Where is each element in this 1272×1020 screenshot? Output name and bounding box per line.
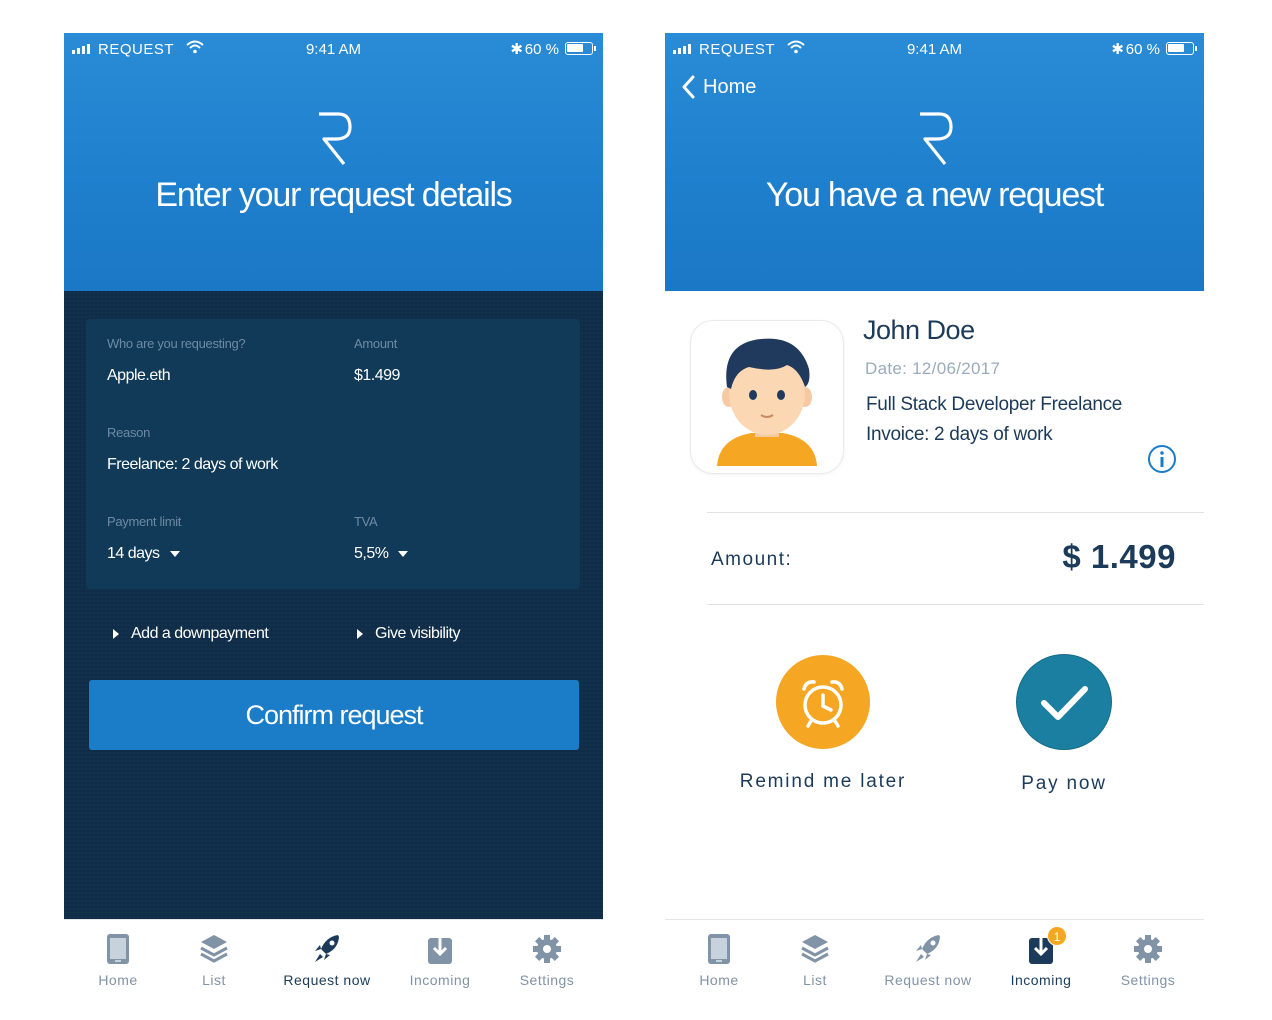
triangle-right-icon — [357, 629, 363, 639]
requester-name: John Doe — [863, 315, 975, 345]
form-area: Who are you requesting? Apple.eth Amount… — [64, 291, 603, 919]
layers-icon — [200, 935, 228, 963]
request-description: Full Stack Developer Freelance — [866, 394, 1123, 415]
user-avatar-icon — [717, 338, 817, 466]
divider — [707, 604, 1204, 605]
payment-limit-select[interactable]: 14 days — [107, 545, 180, 563]
checkmark-icon — [1041, 686, 1088, 720]
tab-home[interactable]: Home — [665, 920, 773, 1010]
confirm-request-button[interactable]: Confirm request — [89, 680, 579, 750]
gear-icon — [1134, 935, 1162, 963]
give-visibility-label: Give visibility — [375, 625, 460, 642]
amount-value: $ 1.499 — [1062, 538, 1176, 575]
header: REQUEST 9:41 AM ✱ 60 % Home You have a n… — [665, 33, 1204, 291]
tab-settings[interactable]: Settings — [493, 920, 601, 1010]
download-icon — [428, 934, 452, 964]
amount-input[interactable]: $1.499 — [354, 367, 400, 385]
tab-home-label: Home — [699, 972, 739, 988]
tab-request-now-label: Request now — [283, 972, 371, 988]
request-logo-icon — [318, 112, 352, 165]
status-bar: REQUEST 9:41 AM ✱ 60 % — [64, 33, 603, 65]
page-title: You have a new request — [765, 176, 1104, 214]
alarm-clock-icon — [802, 680, 844, 728]
pay-now-label: Pay now — [1021, 773, 1107, 794]
remind-me-later-label: Remind me later — [739, 771, 907, 792]
tab-bar: Home List Request now Incoming Settings — [64, 919, 603, 1019]
battery-percent: 60 % — [524, 41, 559, 58]
tab-list[interactable]: List — [160, 920, 268, 1010]
page-title: Enter your request details — [155, 176, 512, 214]
tab-bar: Home List Request now 1 Incoming Setting… — [665, 919, 1204, 1019]
request-form-card: Who are you requesting? Apple.eth Amount… — [86, 319, 580, 589]
payment-limit-label: Payment limit — [107, 514, 182, 529]
tva-label: TVA — [354, 514, 378, 529]
incoming-request-screen: REQUEST 9:41 AM ✱ 60 % Home You have a n… — [665, 33, 1204, 1019]
request-date: Date: 12/06/2017 — [865, 359, 1001, 378]
back-label: Home — [703, 75, 757, 98]
layers-icon — [801, 935, 829, 963]
bluetooth-icon: ✱ — [1111, 41, 1124, 58]
tab-incoming[interactable]: 1 Incoming — [987, 920, 1095, 1010]
tab-request-now[interactable]: Request now — [874, 920, 982, 1010]
pay-circle — [1017, 655, 1111, 749]
tab-incoming-label: Incoming — [1010, 972, 1072, 988]
payment-limit-value: 14 days — [107, 545, 160, 562]
rocket-icon — [916, 935, 940, 962]
gear-icon — [533, 935, 561, 963]
battery-percent: 60 % — [1125, 41, 1160, 58]
request-logo-icon — [919, 112, 953, 165]
tab-request-now-label: Request now — [884, 972, 972, 988]
tab-home[interactable]: Home — [64, 920, 172, 1010]
caret-down-icon — [169, 551, 180, 557]
tab-settings[interactable]: Settings — [1094, 920, 1202, 1010]
status-bar: REQUEST 9:41 AM ✱ 60 % — [665, 33, 1204, 65]
rocket-icon — [315, 935, 339, 962]
who-label: Who are you requesting? — [107, 336, 246, 351]
avatar — [691, 321, 843, 473]
battery-icon — [565, 42, 596, 55]
tab-incoming[interactable]: Incoming — [386, 920, 494, 1010]
reason-input[interactable]: Freelance: 2 days of work — [107, 456, 278, 474]
info-icon[interactable] — [1147, 444, 1177, 474]
tva-value: 5,5% — [354, 545, 389, 562]
remind-me-later-button[interactable]: Remind me later — [723, 655, 923, 793]
tva-select[interactable]: 5,5% — [354, 545, 409, 563]
phone-icon — [107, 934, 129, 964]
phone-icon — [708, 934, 730, 964]
caret-down-icon — [398, 551, 409, 557]
back-button[interactable]: Home — [681, 75, 756, 99]
amount-label: Amount: — [711, 549, 793, 570]
divider — [707, 512, 1204, 513]
tab-list-label: List — [803, 972, 827, 988]
amount-label: Amount — [354, 336, 398, 351]
chevron-left-icon — [682, 75, 695, 99]
tab-incoming-label: Incoming — [409, 972, 471, 988]
request-form-screen: REQUEST 9:41 AM ✱ 60 % Enter your reques… — [64, 33, 603, 1019]
header: REQUEST 9:41 AM ✱ 60 % Enter your reques… — [64, 33, 603, 291]
pay-now-button[interactable]: Pay now — [964, 655, 1164, 795]
reason-label: Reason — [107, 425, 151, 440]
add-downpayment-label: Add a downpayment — [131, 625, 269, 642]
remind-circle — [776, 655, 870, 749]
tab-settings-label: Settings — [1120, 972, 1176, 988]
request-invoice: Invoice: 2 days of work — [866, 424, 1053, 445]
give-visibility-toggle[interactable]: Give visibility — [357, 625, 460, 643]
battery-icon — [1166, 42, 1197, 55]
triangle-right-icon — [113, 629, 119, 639]
tab-settings-label: Settings — [519, 972, 575, 988]
bluetooth-icon: ✱ — [510, 41, 523, 58]
add-downpayment-toggle[interactable]: Add a downpayment — [113, 625, 269, 643]
tab-home-label: Home — [98, 972, 138, 988]
tab-list-label: List — [202, 972, 226, 988]
tab-list[interactable]: List — [761, 920, 869, 1010]
incoming-badge: 1 — [1047, 926, 1067, 946]
who-input[interactable]: Apple.eth — [107, 367, 171, 385]
tab-request-now[interactable]: Request now — [273, 920, 381, 1010]
